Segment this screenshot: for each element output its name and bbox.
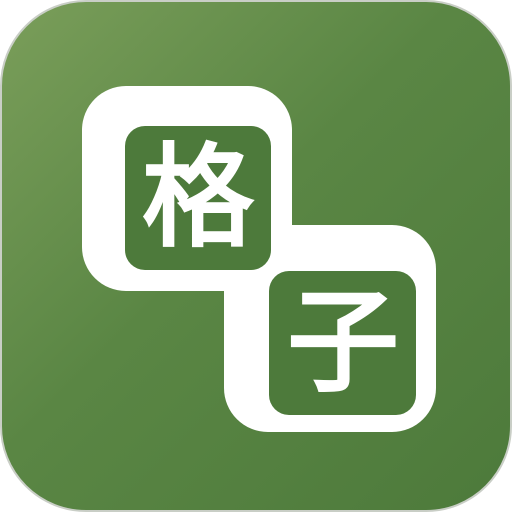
app-icon[interactable]: 格 子	[0, 0, 512, 512]
tile-ge-char: 格	[142, 133, 254, 263]
tile-zi-char: 子	[287, 278, 399, 408]
